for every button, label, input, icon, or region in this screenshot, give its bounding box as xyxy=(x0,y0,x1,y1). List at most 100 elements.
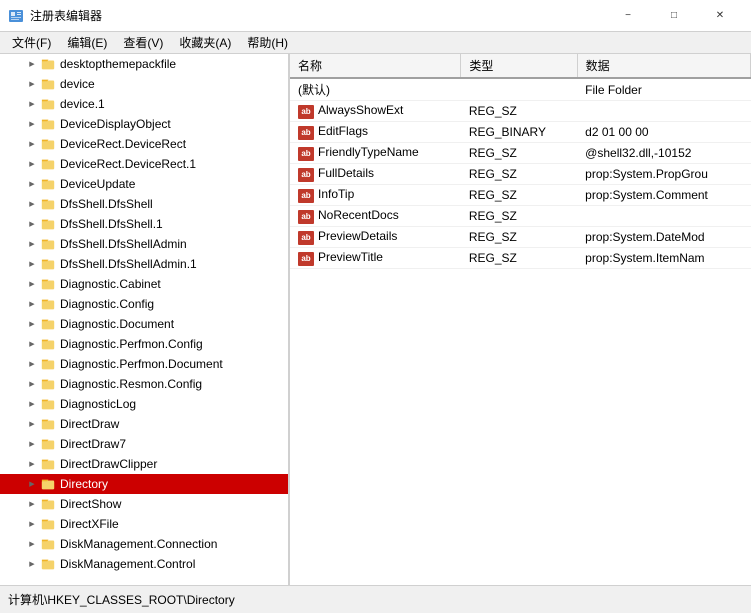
tree-item-dfsshellAdmin[interactable]: DfsShell.DfsShellAdmin xyxy=(0,234,288,254)
tree-item-desktopthemepackfile[interactable]: desktopthemepackfile xyxy=(0,54,288,74)
tree-item-deviceupdate[interactable]: DeviceUpdate xyxy=(0,174,288,194)
tree-label-dfsshell1: DfsShell.DfsShell.1 xyxy=(60,217,163,231)
expand-icon-diagnosticlog[interactable] xyxy=(24,396,40,412)
expand-icon-diagnostic_perfmon[interactable] xyxy=(24,336,40,352)
expand-icon-directdrawclipper[interactable] xyxy=(24,456,40,472)
tree-item-dfsshell1[interactable]: DfsShell.DfsShell.1 xyxy=(0,214,288,234)
reg-name-1: abAlwaysShowExt xyxy=(290,101,461,122)
folder-icon-devicedisplayobject xyxy=(40,116,56,132)
tree-label-device1: device.1 xyxy=(60,97,105,111)
tree-label-directdrawclipper: DirectDrawClipper xyxy=(60,457,157,471)
menu-item-查看(V)[interactable]: 查看(V) xyxy=(115,32,171,53)
tree-item-diagnostic_cabinet[interactable]: Diagnostic.Cabinet xyxy=(0,274,288,294)
reg-data-7: prop:System.DateMod xyxy=(577,227,750,248)
tree-item-diagnostic_perfmon[interactable]: Diagnostic.Perfmon.Config xyxy=(0,334,288,354)
values-table: 名称 类型 数据 (默认)File FolderabAlwaysShowExtR… xyxy=(290,54,751,269)
menu-item-收藏夹(A)[interactable]: 收藏夹(A) xyxy=(171,32,239,53)
menu-item-编辑(E)[interactable]: 编辑(E) xyxy=(59,32,115,53)
tree-label-diagnostic_config: Diagnostic.Config xyxy=(60,297,154,311)
expand-icon-directdraw7[interactable] xyxy=(24,436,40,452)
reg-row-7[interactable]: abPreviewDetailsREG_SZprop:System.DateMo… xyxy=(290,227,751,248)
expand-icon-directshow[interactable] xyxy=(24,496,40,512)
tree-item-directshow[interactable]: DirectShow xyxy=(0,494,288,514)
tree-item-diagnostic_document[interactable]: Diagnostic.Document xyxy=(0,314,288,334)
folder-icon-desktopthemepackfile xyxy=(40,56,56,72)
expand-icon-device1[interactable] xyxy=(24,96,40,112)
menu-item-文件(F)[interactable]: 文件(F) xyxy=(4,32,59,53)
expand-icon-diagnostic_cabinet[interactable] xyxy=(24,276,40,292)
expand-icon-dfsshellAdmin[interactable] xyxy=(24,236,40,252)
tree-item-diskmanagement_control[interactable]: DiskManagement.Control xyxy=(0,554,288,574)
expand-icon-diagnostic_document[interactable] xyxy=(24,316,40,332)
reg-row-5[interactable]: abInfoTipREG_SZprop:System.Comment xyxy=(290,185,751,206)
reg-type-0 xyxy=(461,78,577,101)
tree-item-diagnostic_resmon[interactable]: Diagnostic.Resmon.Config xyxy=(0,374,288,394)
tree-label-diskmanagement_control: DiskManagement.Control xyxy=(60,557,195,571)
reg-data-6 xyxy=(577,206,750,227)
tree-item-directxfile[interactable]: DirectXFile xyxy=(0,514,288,534)
tree-item-dfsshell[interactable]: DfsShell.DfsShell xyxy=(0,194,288,214)
expand-icon-devicerect1[interactable] xyxy=(24,156,40,172)
tree-item-directdraw7[interactable]: DirectDraw7 xyxy=(0,434,288,454)
folder-icon-diagnosticlog xyxy=(40,396,56,412)
tree-label-dfsshellAdmin: DfsShell.DfsShellAdmin xyxy=(60,237,187,251)
expand-icon-diagnostic_perfmon_doc[interactable] xyxy=(24,356,40,372)
tree-item-devicerect1[interactable]: DeviceRect.DeviceRect.1 xyxy=(0,154,288,174)
tree-item-directdrawclipper[interactable]: DirectDrawClipper xyxy=(0,454,288,474)
expand-icon-desktopthemepackfile[interactable] xyxy=(24,56,40,72)
expand-icon-directory[interactable] xyxy=(24,476,40,492)
menu-item-帮助(H)[interactable]: 帮助(H) xyxy=(239,32,296,53)
expand-icon-directxfile[interactable] xyxy=(24,516,40,532)
reg-row-8[interactable]: abPreviewTitleREG_SZprop:System.ItemNam xyxy=(290,248,751,269)
expand-icon-devicedisplayobject[interactable] xyxy=(24,116,40,132)
registry-tree[interactable]: desktopthemepackfile device device.1 Dev… xyxy=(0,54,290,585)
tree-item-dfsshellAdmin1[interactable]: DfsShell.DfsShellAdmin.1 xyxy=(0,254,288,274)
tree-item-devicerect[interactable]: DeviceRect.DeviceRect xyxy=(0,134,288,154)
close-button[interactable]: ✕ xyxy=(697,0,743,32)
folder-icon-diagnostic_cabinet xyxy=(40,276,56,292)
tree-item-diagnosticlog[interactable]: DiagnosticLog xyxy=(0,394,288,414)
expand-icon-diskmanagement_connection[interactable] xyxy=(24,536,40,552)
registry-values[interactable]: 名称 类型 数据 (默认)File FolderabAlwaysShowExtR… xyxy=(290,54,751,585)
reg-row-0[interactable]: (默认)File Folder xyxy=(290,78,751,101)
reg-row-1[interactable]: abAlwaysShowExtREG_SZ xyxy=(290,101,751,122)
minimize-button[interactable]: − xyxy=(605,0,651,32)
reg-type-5: REG_SZ xyxy=(461,185,577,206)
reg-row-3[interactable]: abFriendlyTypeNameREG_SZ@shell32.dll,-10… xyxy=(290,143,751,164)
expand-icon-directdraw[interactable] xyxy=(24,416,40,432)
expand-icon-diagnostic_config[interactable] xyxy=(24,296,40,312)
folder-icon-diskmanagement_connection xyxy=(40,536,56,552)
app-icon xyxy=(8,8,24,24)
reg-row-4[interactable]: abFullDetailsREG_SZprop:System.PropGrou xyxy=(290,164,751,185)
reg-row-6[interactable]: abNoRecentDocsREG_SZ xyxy=(290,206,751,227)
tree-item-diagnostic_config[interactable]: Diagnostic.Config xyxy=(0,294,288,314)
tree-item-directdraw[interactable]: DirectDraw xyxy=(0,414,288,434)
expand-icon-devicerect[interactable] xyxy=(24,136,40,152)
reg-type-6: REG_SZ xyxy=(461,206,577,227)
tree-item-diagnostic_perfmon_doc[interactable]: Diagnostic.Perfmon.Document xyxy=(0,354,288,374)
tree-item-device[interactable]: device xyxy=(0,74,288,94)
tree-label-dfsshellAdmin1: DfsShell.DfsShellAdmin.1 xyxy=(60,257,197,271)
reg-name-8: abPreviewTitle xyxy=(290,248,461,269)
folder-icon-deviceupdate xyxy=(40,176,56,192)
expand-icon-diagnostic_resmon[interactable] xyxy=(24,376,40,392)
tree-item-diskmanagement_connection[interactable]: DiskManagement.Connection xyxy=(0,534,288,554)
folder-icon-dfsshellAdmin1 xyxy=(40,256,56,272)
expand-icon-dfsshell1[interactable] xyxy=(24,216,40,232)
folder-icon-directdraw xyxy=(40,416,56,432)
tree-item-directory[interactable]: Directory xyxy=(0,474,288,494)
col-type: 类型 xyxy=(461,54,577,78)
folder-icon-directory xyxy=(40,476,56,492)
expand-icon-deviceupdate[interactable] xyxy=(24,176,40,192)
maximize-button[interactable]: □ xyxy=(651,0,697,32)
tree-item-devicedisplayobject[interactable]: DeviceDisplayObject xyxy=(0,114,288,134)
tree-item-device1[interactable]: device.1 xyxy=(0,94,288,114)
expand-icon-dfsshell[interactable] xyxy=(24,196,40,212)
tree-label-directdraw7: DirectDraw7 xyxy=(60,437,126,451)
folder-icon-directshow xyxy=(40,496,56,512)
expand-icon-device[interactable] xyxy=(24,76,40,92)
expand-icon-dfsshellAdmin1[interactable] xyxy=(24,256,40,272)
reg-row-2[interactable]: abEditFlagsREG_BINARYd2 01 00 00 xyxy=(290,122,751,143)
status-path: 计算机\HKEY_CLASSES_ROOT\Directory xyxy=(8,591,235,608)
expand-icon-diskmanagement_control[interactable] xyxy=(24,556,40,572)
